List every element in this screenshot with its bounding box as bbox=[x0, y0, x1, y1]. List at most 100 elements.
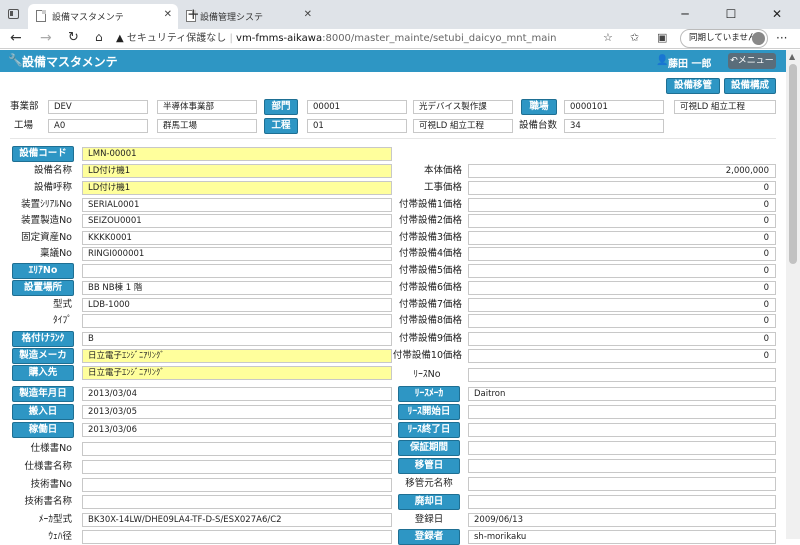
window-menu-icon[interactable] bbox=[8, 9, 19, 19]
shokuba-code-field[interactable]: 0000101 bbox=[564, 100, 664, 114]
tab-setsubi-master[interactable]: 設備マスタメンテ ✕ bbox=[28, 4, 178, 29]
haikyaku-field[interactable] bbox=[468, 495, 776, 509]
seizobi-button[interactable]: 製造年月日 bbox=[12, 386, 74, 402]
maker-kata-field[interactable]: BK30X-14LW/DHE09LA4-TF-D-S/ESX027A6/C2 bbox=[82, 513, 392, 527]
wafer-field[interactable] bbox=[82, 530, 392, 544]
hontai-field[interactable]: 2,000,000 bbox=[468, 164, 776, 178]
new-tab-button[interactable]: + bbox=[187, 5, 200, 23]
bumon-name-field[interactable]: 光デバイス製作課 bbox=[413, 100, 513, 114]
lease-start-button[interactable]: ﾘｰｽ開始日 bbox=[398, 404, 460, 420]
lease-maker-field[interactable]: Daitron bbox=[468, 387, 776, 401]
close-tab-icon[interactable]: ✕ bbox=[164, 9, 172, 20]
hannyu-button[interactable]: 搬入日 bbox=[12, 404, 74, 420]
config-button[interactable]: 設備構成 bbox=[724, 78, 776, 94]
futai10-field[interactable]: 0 bbox=[468, 349, 776, 363]
minimize-icon[interactable]: ─ bbox=[662, 0, 708, 29]
seizobi-field[interactable]: 2013/03/04 bbox=[82, 387, 392, 401]
serial-field[interactable]: SERIAL0001 bbox=[82, 198, 392, 212]
maximize-icon[interactable]: ☐ bbox=[708, 0, 754, 29]
scrollbar[interactable]: ▲ bbox=[786, 50, 800, 539]
rank-field[interactable]: B bbox=[82, 332, 392, 346]
lease-end-button[interactable]: ﾘｰｽ終了日 bbox=[398, 422, 460, 438]
meisho-field[interactable]: LD付け機1 bbox=[82, 164, 392, 178]
menu-button[interactable]: ↶メニュー bbox=[728, 53, 776, 69]
kounyu-field[interactable]: 日立電子ｴﾝｼﾞﾆｱﾘﾝｸﾞ bbox=[82, 366, 392, 380]
kounyu-button[interactable]: 購入先 bbox=[12, 365, 74, 381]
jigyobu-name-field[interactable]: 半導体事業部 bbox=[157, 100, 257, 114]
kotei-code-field[interactable]: 01 bbox=[307, 119, 407, 133]
area-field[interactable] bbox=[82, 264, 392, 278]
close-tab-icon[interactable]: ✕ bbox=[304, 9, 312, 20]
jigyobu-code-field[interactable]: DEV bbox=[48, 100, 148, 114]
futai1-field[interactable]: 0 bbox=[468, 198, 776, 212]
lease-no-field[interactable] bbox=[468, 368, 776, 382]
futai3-field[interactable]: 0 bbox=[468, 231, 776, 245]
lease-maker-button[interactable]: ﾘｰｽﾒｰｶ bbox=[398, 386, 460, 402]
seizo-field[interactable]: SEIZOU0001 bbox=[82, 214, 392, 228]
lease-start-field[interactable] bbox=[468, 405, 776, 419]
shiyo-mei-field[interactable] bbox=[82, 460, 392, 474]
favorites-list-icon[interactable]: ✩ bbox=[630, 31, 639, 44]
scroll-thumb[interactable] bbox=[789, 64, 797, 264]
futai7-field[interactable]: 0 bbox=[468, 298, 776, 312]
torokusha-button[interactable]: 登録者 bbox=[398, 529, 460, 545]
basho-button[interactable]: 設置場所 bbox=[12, 280, 74, 296]
basho-field[interactable]: BB NB棟 1 階 bbox=[82, 281, 392, 295]
maker-button[interactable]: 製造メーカ bbox=[12, 348, 74, 364]
lease-end-field[interactable] bbox=[468, 423, 776, 437]
kotei-button[interactable]: 工程 bbox=[264, 118, 298, 134]
kado-field[interactable]: 2013/03/06 bbox=[82, 423, 392, 437]
code-button[interactable]: 設備コード bbox=[12, 146, 74, 162]
kosho-field[interactable]: LD付け機1 bbox=[82, 181, 392, 195]
ringi-field[interactable]: RINGI000001 bbox=[82, 247, 392, 261]
shokuba-button[interactable]: 職場 bbox=[521, 99, 557, 115]
transfer-button[interactable]: 設備移管 bbox=[666, 78, 720, 94]
shiyo-no-field[interactable] bbox=[82, 442, 392, 456]
url-field[interactable]: ▲ セキュリティ保護なし | vm-fmms-aikawa:8000/maste… bbox=[116, 29, 626, 48]
maker-field[interactable]: 日立電子ｴﾝｼﾞﾆｱﾘﾝｸﾞ bbox=[82, 349, 392, 363]
wafer-label: ｳｪﾊ径 bbox=[48, 531, 72, 542]
futai8-field[interactable]: 0 bbox=[468, 314, 776, 328]
area-button[interactable]: ｴﾘｱNo bbox=[12, 263, 74, 279]
home-icon[interactable]: ⌂ bbox=[95, 30, 103, 44]
hannyu-field[interactable]: 2013/03/05 bbox=[82, 405, 392, 419]
kado-button[interactable]: 稼働日 bbox=[12, 422, 74, 438]
more-icon[interactable]: ··· bbox=[776, 31, 787, 45]
kojo-code-field[interactable]: A0 bbox=[48, 119, 148, 133]
back-icon[interactable]: ← bbox=[10, 30, 22, 46]
rank-button[interactable]: 格付けﾗﾝｸ bbox=[12, 331, 74, 347]
gijutsu-mei-field[interactable] bbox=[82, 495, 392, 509]
kata-field[interactable]: LDB-1000 bbox=[82, 298, 392, 312]
shiyo-mei-label: 仕様書名称 bbox=[24, 461, 72, 472]
ikan-button[interactable]: 移管日 bbox=[398, 458, 460, 474]
code-field[interactable]: LMN-00001 bbox=[82, 147, 392, 161]
ikan-field[interactable] bbox=[468, 459, 776, 473]
haikyaku-button[interactable]: 廃却日 bbox=[398, 494, 460, 510]
futai4-field[interactable]: 0 bbox=[468, 247, 776, 261]
reload-icon[interactable]: ↻ bbox=[68, 30, 79, 45]
hosho-field[interactable] bbox=[468, 441, 776, 455]
collections-icon[interactable]: ▣ bbox=[657, 31, 667, 44]
type-field[interactable] bbox=[82, 314, 392, 328]
sync-button[interactable]: 同期していません bbox=[680, 29, 768, 48]
ikanmoto-field[interactable] bbox=[468, 477, 776, 491]
favorite-icon[interactable]: ☆ bbox=[603, 31, 613, 44]
futai9-field[interactable]: 0 bbox=[468, 332, 776, 346]
bumon-button[interactable]: 部門 bbox=[264, 99, 298, 115]
close-window-icon[interactable]: ✕ bbox=[754, 0, 800, 29]
hosho-button[interactable]: 保証期間 bbox=[398, 440, 460, 456]
kojo-name-field[interactable]: 群馬工場 bbox=[157, 119, 257, 133]
koji-field[interactable]: 0 bbox=[468, 181, 776, 195]
futai6-field[interactable]: 0 bbox=[468, 281, 776, 295]
futai4-label: 付帯設備4価格 bbox=[398, 248, 462, 259]
futai2-field[interactable]: 0 bbox=[468, 214, 776, 228]
futai5-field[interactable]: 0 bbox=[468, 264, 776, 278]
shisan-field[interactable]: KKKK0001 bbox=[82, 231, 392, 245]
gijutsu-no-field[interactable] bbox=[82, 478, 392, 492]
scroll-up-icon[interactable]: ▲ bbox=[789, 52, 795, 61]
kotei-name-field[interactable]: 可視LD 組立工程 bbox=[413, 119, 513, 133]
shokuba-name-field[interactable]: 可視LD 組立工程 bbox=[674, 100, 776, 114]
futai5-label: 付帯設備5価格 bbox=[398, 265, 462, 276]
bumon-code-field[interactable]: 00001 bbox=[307, 100, 407, 114]
forward-icon[interactable]: → bbox=[40, 30, 52, 46]
